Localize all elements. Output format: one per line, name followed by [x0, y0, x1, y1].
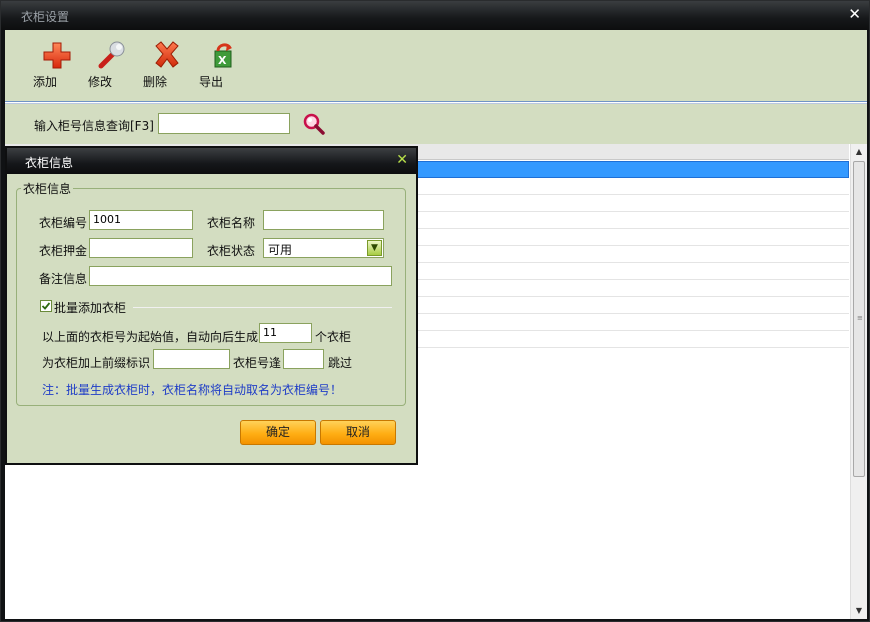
- skip-label: 衣柜号逢: [233, 356, 282, 370]
- scroll-thumb[interactable]: ≡: [853, 161, 865, 477]
- cabinet-name-label: 衣柜名称: [207, 216, 256, 230]
- toolbar: 添加 修改 删除 X 导出: [5, 30, 867, 102]
- cancel-button[interactable]: 取消: [320, 420, 396, 445]
- cabinet-no-label: 衣柜编号: [39, 216, 88, 230]
- dialog-title: 衣柜信息: [25, 156, 74, 170]
- main-window: 衣柜设置 ✕ 添加 修改 删除 X 导出 输入柜号信息查询[F3] ▲ ≡ ▼ …: [0, 0, 870, 622]
- grip-icon: ≡: [857, 314, 863, 322]
- status-selected-value: 可用: [268, 243, 293, 257]
- generate-suffix-text: 个衣柜: [315, 330, 352, 344]
- ok-button[interactable]: 确定: [240, 420, 316, 445]
- title-bar: 衣柜设置 ✕: [1, 1, 869, 30]
- vertical-scrollbar[interactable]: ▲ ≡ ▼: [850, 144, 867, 619]
- delete-button-label: 删除: [143, 75, 168, 89]
- chevron-down-icon[interactable]: ▼: [367, 240, 382, 256]
- x-icon: [155, 41, 179, 68]
- remarks-input[interactable]: [89, 266, 392, 286]
- scroll-down-icon[interactable]: ▼: [851, 603, 867, 619]
- wrench-icon: [98, 41, 125, 69]
- dialog-title-bar: 衣柜信息 ✕: [7, 148, 416, 174]
- status-label: 衣柜状态: [207, 244, 256, 258]
- scroll-up-icon[interactable]: ▲: [851, 144, 867, 160]
- generate-count-input[interactable]: 11: [259, 323, 312, 343]
- close-icon[interactable]: ✕: [848, 6, 861, 22]
- add-button-label: 添加: [33, 75, 58, 89]
- add-button[interactable]: 添加: [33, 41, 81, 89]
- prefix-input[interactable]: [153, 349, 230, 369]
- edit-button[interactable]: 修改: [88, 41, 136, 89]
- excel-export-icon: X: [214, 43, 232, 68]
- magnifier-icon[interactable]: [303, 113, 325, 135]
- close-icon[interactable]: ✕: [396, 152, 408, 168]
- skip-input[interactable]: [283, 349, 324, 369]
- search-label: 输入柜号信息查询[F3]: [34, 119, 154, 133]
- search-input[interactable]: [158, 113, 290, 134]
- status-select[interactable]: 可用 ▼: [263, 238, 384, 258]
- batch-add-label[interactable]: 批量添加衣柜: [54, 299, 126, 316]
- prefix-label: 为衣柜加上前缀标识: [42, 356, 151, 370]
- remarks-label: 备注信息: [39, 272, 88, 286]
- cabinet-name-input[interactable]: [263, 210, 384, 230]
- delete-button[interactable]: 删除: [143, 41, 191, 89]
- cabinet-no-input[interactable]: 1001: [89, 210, 193, 230]
- deposit-label: 衣柜押金: [39, 244, 88, 258]
- export-button[interactable]: X 导出: [199, 41, 247, 89]
- group-legend: 衣柜信息: [21, 180, 74, 197]
- search-bar: 输入柜号信息查询[F3]: [5, 103, 867, 144]
- svg-text:X: X: [218, 54, 227, 67]
- cabinet-info-dialog: 衣柜信息 ✕ 衣柜信息 衣柜编号 1001 衣柜名称 衣柜押金 衣柜状态 可用 …: [5, 146, 418, 465]
- export-button-label: 导出: [199, 75, 224, 89]
- checkmark-icon: [41, 302, 51, 310]
- skip-suffix-text: 跳过: [328, 356, 353, 370]
- window-title: 衣柜设置: [21, 10, 70, 24]
- deposit-input[interactable]: [89, 238, 193, 258]
- batch-note: 注：批量生成衣柜时，衣柜名称将自动取名为衣柜编号！: [42, 383, 343, 397]
- batch-add-checkbox[interactable]: [40, 300, 52, 312]
- divider: [133, 307, 392, 308]
- edit-button-label: 修改: [88, 75, 113, 89]
- generate-prefix-text: 以上面的衣柜号为起始值，自动向后生成: [42, 330, 259, 344]
- plus-icon: [43, 42, 71, 69]
